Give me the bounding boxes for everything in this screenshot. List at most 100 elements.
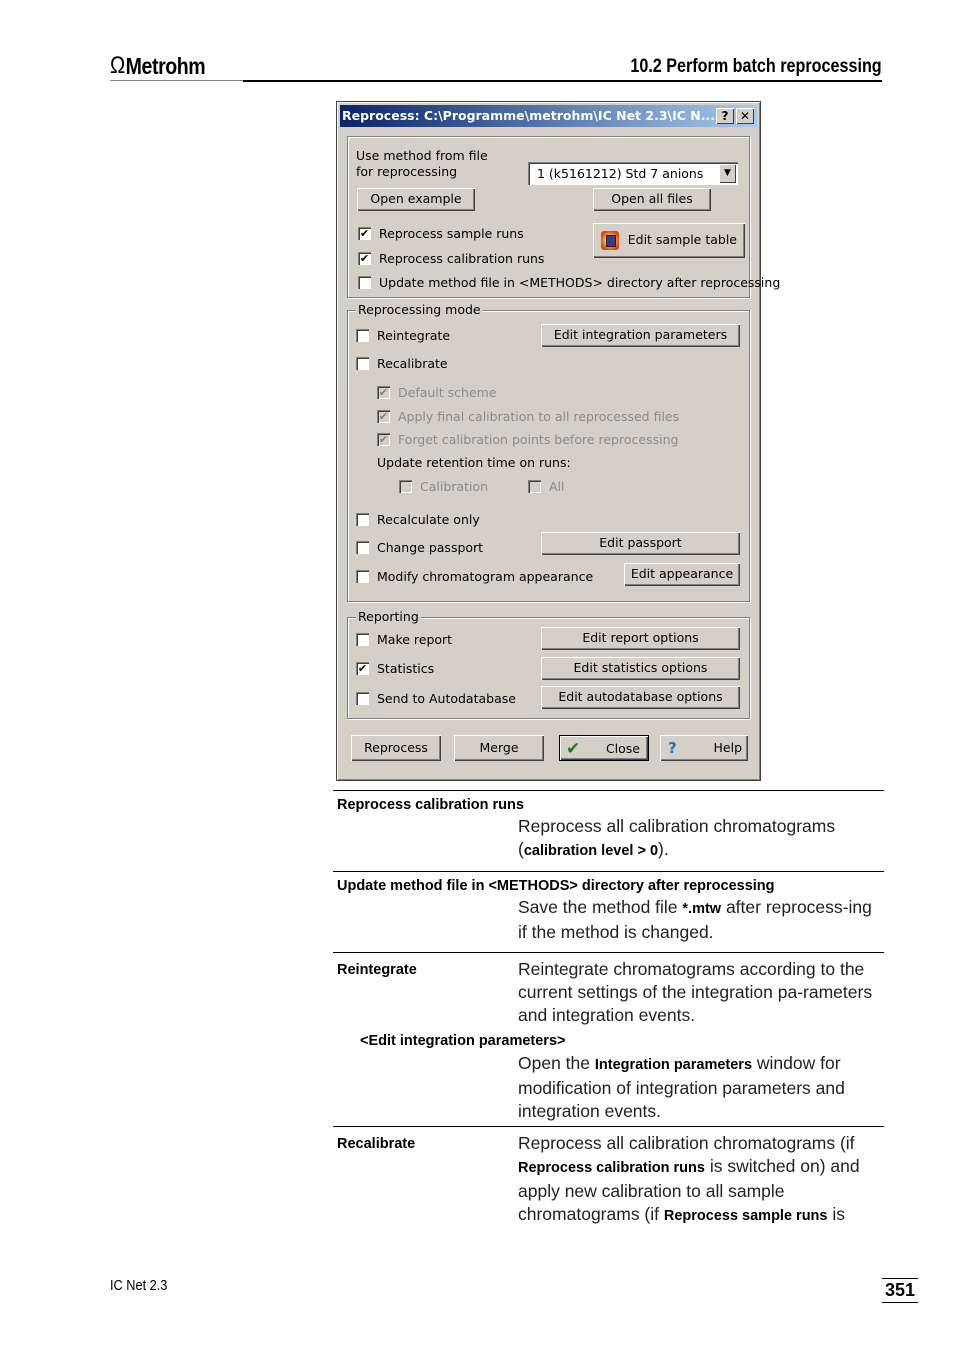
checkbox-unchecked-icon[interactable] (356, 633, 369, 646)
apply-final-calibration-label: Apply final calibration to all reprocess… (398, 409, 680, 424)
open-all-files-button[interactable]: Open all files (593, 188, 711, 211)
default-scheme-label: Default scheme (398, 385, 497, 400)
term-reprocess-calibration-runs: Reprocess calibration runs (337, 797, 524, 813)
change-passport-checkbox[interactable]: Change passport (356, 540, 483, 555)
desc-update-method-file: Save the method file *.mtw after reproce… (518, 896, 884, 944)
method-select[interactable]: 1 (k5161212) Std 7 anions ▼ (528, 162, 738, 185)
make-report-label: Make report (377, 632, 453, 647)
close-button-label: Close (605, 741, 640, 756)
checkbox-unchecked-icon (399, 480, 412, 493)
sample-table-icon (601, 231, 619, 250)
apply-final-calibration-checkbox: ✔ Apply final calibration to all reproce… (377, 409, 679, 424)
metrohm-logo: Ω Metrohm (110, 52, 206, 80)
term-update-method-file: Update method file in <METHODS> director… (337, 878, 775, 894)
checkbox-unchecked-icon[interactable] (356, 692, 369, 705)
checkbox-unchecked-icon[interactable] (358, 276, 371, 289)
reporting-group: Reporting Make report Edit report option… (347, 609, 750, 719)
divider (333, 952, 884, 953)
change-passport-label: Change passport (377, 540, 484, 555)
checkbox-checked-icon: ✔ (377, 386, 390, 399)
update-method-file-label: Update method file in <METHODS> director… (379, 275, 781, 290)
modify-chromatogram-label: Modify chromatogram appearance (377, 569, 594, 584)
footer-product: IC Net 2.3 (110, 1277, 168, 1294)
recalculate-only-label: Recalculate only (377, 512, 480, 527)
send-to-autodatabase-label: Send to Autodatabase (377, 691, 516, 706)
checkbox-checked-icon[interactable]: ✔ (358, 252, 371, 265)
default-scheme-checkbox: ✔ Default scheme (377, 385, 497, 400)
desc-bold: *.mtw (682, 901, 722, 917)
reprocessing-mode-label: Reprocessing mode (356, 302, 483, 317)
checkbox-unchecked-icon[interactable] (356, 541, 369, 554)
method-group: Use method from file for reprocessing 1 … (347, 136, 780, 298)
desc-reintegrate: Reintegrate chromatograms according to t… (518, 959, 873, 1025)
edit-sample-table-button[interactable]: Edit sample table (593, 223, 745, 258)
method-label-line1: Use method from file (356, 148, 488, 163)
check-icon: ✔ (566, 739, 581, 759)
reprocess-calibration-runs-checkbox[interactable]: ✔ Reprocess calibration runs (358, 251, 544, 266)
forget-calibration-points-checkbox: ✔ Forget calibration points before repro… (377, 432, 678, 447)
desc-text: Reprocess all calibration chromatograms … (518, 1133, 855, 1153)
make-report-checkbox[interactable]: Make report (356, 632, 452, 647)
desc-reprocess-calibration-runs: Reprocess all calibration chromatograms … (518, 815, 884, 863)
close-button[interactable]: ✔ Close (559, 735, 649, 761)
recalculate-only-checkbox[interactable]: Recalculate only (356, 512, 480, 527)
checkbox-checked-icon[interactable]: ✔ (356, 662, 369, 675)
checkbox-unchecked-icon[interactable] (356, 329, 369, 342)
edit-appearance-button[interactable]: Edit appearance (624, 563, 740, 586)
reprocess-calibration-runs-label: Reprocess calibration runs (379, 251, 545, 266)
modify-chromatogram-checkbox[interactable]: Modify chromatogram appearance (356, 569, 593, 584)
calibration-checkbox: Calibration (399, 479, 488, 494)
header-divider (243, 80, 882, 82)
all-label: All (549, 479, 565, 494)
recalibrate-label: Recalibrate (377, 356, 448, 371)
send-to-autodatabase-checkbox[interactable]: Send to Autodatabase (356, 691, 516, 706)
desc-edit-integration-parameters: Open the Integration parameters window f… (518, 1052, 884, 1123)
reprocess-button[interactable]: Reprocess (351, 735, 441, 761)
desc-text: Save the method file (518, 897, 683, 917)
calibration-label: Calibration (420, 479, 489, 494)
checkbox-unchecked-icon[interactable] (356, 513, 369, 526)
reintegrate-checkbox[interactable]: Reintegrate (356, 328, 450, 343)
update-method-file-checkbox[interactable]: Update method file in <METHODS> director… (358, 275, 780, 290)
method-select-value: 1 (k5161212) Std 7 anions (537, 166, 704, 181)
desc-bold: calibration level > 0 (523, 843, 659, 859)
checkbox-unchecked-icon[interactable] (356, 570, 369, 583)
reprocessing-mode-group: Reprocessing mode Reintegrate Edit integ… (347, 302, 750, 602)
reprocess-sample-runs-checkbox[interactable]: ✔ Reprocess sample runs (358, 226, 524, 241)
edit-passport-button[interactable]: Edit passport (541, 532, 740, 555)
reprocess-dialog: Reprocess: C:\Programme\metrohm\IC Net 2… (336, 101, 780, 781)
checkbox-unchecked-icon[interactable] (356, 357, 369, 370)
divider (333, 790, 884, 791)
forget-calibration-points-label: Forget calibration points before reproce… (398, 432, 679, 447)
edit-integration-parameters-button[interactable]: Edit integration parameters (541, 324, 740, 347)
checkbox-checked-icon[interactable]: ✔ (358, 227, 371, 240)
term-reintegrate: Reintegrate (337, 962, 417, 978)
statistics-checkbox[interactable]: ✔ Statistics (356, 661, 434, 676)
desc-text: ). (658, 839, 669, 859)
reporting-label: Reporting (356, 609, 421, 624)
edit-report-options-button[interactable]: Edit report options (541, 627, 740, 650)
open-example-button[interactable]: Open example (357, 188, 475, 211)
help-titlebar-button[interactable]: ? (716, 108, 734, 124)
help-button[interactable]: ? Help (660, 735, 748, 761)
help-button-label: Help (713, 740, 743, 755)
method-label-line2: for reprocessing (356, 164, 458, 179)
desc-bold: Integration parameters (594, 1057, 753, 1073)
close-titlebar-button[interactable]: ✕ (736, 108, 754, 124)
reintegrate-label: Reintegrate (377, 328, 451, 343)
reprocess-sample-runs-label: Reprocess sample runs (379, 226, 524, 241)
edit-statistics-options-button[interactable]: Edit statistics options (541, 657, 740, 680)
divider (333, 871, 884, 872)
recalibrate-checkbox[interactable]: Recalibrate (356, 356, 448, 371)
desc-bold: Reprocess calibration runs (518, 1160, 705, 1176)
merge-button[interactable]: Merge (454, 735, 544, 761)
chevron-down-icon[interactable]: ▼ (719, 164, 736, 183)
desc-recalibrate: Reprocess all calibration chromatograms … (518, 1132, 884, 1228)
subterm-edit-integration-parameters: <Edit integration parameters> (360, 1033, 566, 1049)
dialog-titlebar[interactable]: Reprocess: C:\Programme\metrohm\IC Net 2… (340, 105, 757, 127)
edit-sample-table-label: Edit sample table (627, 232, 737, 247)
question-mark-icon: ? (668, 739, 677, 757)
term-recalibrate: Recalibrate (337, 1136, 416, 1152)
update-retention-label: Update retention time on runs: (377, 455, 571, 470)
edit-autodatabase-options-button[interactable]: Edit autodatabase options (541, 686, 740, 709)
